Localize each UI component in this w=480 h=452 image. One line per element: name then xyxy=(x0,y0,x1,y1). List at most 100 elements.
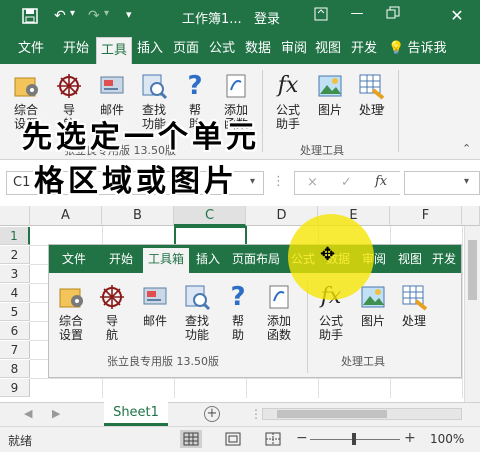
picture-button: 添加 函数 xyxy=(261,283,297,342)
mail-icon xyxy=(141,283,169,311)
tab-data[interactable]: 数据 xyxy=(240,34,276,64)
expand-formula-bar-icon[interactable]: ▾ xyxy=(464,176,469,187)
scroll-next-sheet-icon[interactable]: ▶ xyxy=(52,407,60,420)
sheet-tab-sheet1[interactable]: Sheet1 xyxy=(104,402,168,426)
add-function-icon xyxy=(222,72,250,100)
title-bar: ↶ ▾ ↷ ▾ ▾ 工作簿1... 登录 — ✕ xyxy=(0,0,480,34)
navigation-wheel-icon xyxy=(98,283,126,311)
picture-tab: 开始 xyxy=(108,252,133,266)
window-title: 工作簿1... xyxy=(182,12,242,27)
picture-tab: 开发 xyxy=(431,252,456,266)
select-all-corner[interactable] xyxy=(0,206,30,226)
row-header[interactable]: 9 xyxy=(0,379,30,397)
column-header[interactable]: C xyxy=(174,206,246,226)
inserted-picture[interactable]: 文件 开始 工具箱 插入 页面布局 公式 数据 审阅 视图 开发 综合设置 导航… xyxy=(48,244,462,378)
column-header[interactable]: A xyxy=(30,206,102,226)
tab-formulas[interactable]: 公式 xyxy=(204,34,240,64)
picture-icon xyxy=(359,283,387,311)
picture-button: 处理 xyxy=(395,283,433,328)
undo-icon[interactable]: ↶ xyxy=(54,8,66,24)
tab-home[interactable]: 开始 xyxy=(56,34,96,64)
minimize-icon[interactable]: — xyxy=(348,6,366,24)
zoom-slider-thumb[interactable] xyxy=(352,433,356,445)
status-ready: 就绪 xyxy=(8,434,33,448)
sheet-tab-bar: ◀ ▶ Sheet1 + ⋮ xyxy=(0,402,480,426)
restore-icon[interactable] xyxy=(384,6,402,24)
row-header[interactable]: 1 xyxy=(0,227,30,245)
tab-developer[interactable]: 开发 xyxy=(346,34,382,64)
add-function-icon xyxy=(265,283,293,311)
row-header[interactable]: 3 xyxy=(0,265,30,283)
redo-icon[interactable]: ↷ xyxy=(88,8,100,24)
formula-bar-grip-icon: ⋮ xyxy=(272,174,285,189)
picture-button: 综合 设置 xyxy=(53,283,89,342)
zoom-level[interactable]: 100% xyxy=(430,432,464,446)
caption-line-2: 格区域或图片 xyxy=(34,164,238,199)
picture-group-label: 张立良专用版 13.50版 xyxy=(107,355,219,368)
customize-quick-access-icon[interactable]: ▾ xyxy=(126,8,132,21)
find-icon xyxy=(140,72,168,100)
process-dropdown-icon[interactable]: ▾ xyxy=(380,104,385,114)
tab-splitter-icon[interactable]: ⋮ xyxy=(250,407,262,421)
horizontal-scrollbar[interactable] xyxy=(262,408,462,420)
tab-view[interactable]: 视图 xyxy=(310,34,346,64)
process-icon xyxy=(400,283,428,311)
row-header[interactable]: 2 xyxy=(0,246,30,264)
save-icon[interactable] xyxy=(22,8,38,28)
row-header[interactable]: 6 xyxy=(0,322,30,340)
collapse-ribbon-icon[interactable]: ⌃ xyxy=(462,142,471,155)
gridline xyxy=(462,226,463,398)
page-layout-view-icon[interactable] xyxy=(222,430,244,451)
mail-button[interactable]: 邮件 xyxy=(94,72,130,117)
picture-group-label: 处理工具 xyxy=(341,355,385,368)
group-divider xyxy=(262,70,263,152)
find-icon xyxy=(183,283,211,311)
group-divider xyxy=(307,281,308,373)
group-label-process-tools: 处理工具 xyxy=(300,144,344,157)
tab-toolbox[interactable]: 工具箱 xyxy=(96,37,132,83)
tell-me-search[interactable]: 告诉我 xyxy=(404,34,450,64)
cancel-icon[interactable]: × xyxy=(307,175,318,190)
navigation-wheel-icon xyxy=(55,72,83,100)
scrollbar-thumb[interactable] xyxy=(468,240,477,300)
active-cell[interactable] xyxy=(174,226,247,246)
tab-file[interactable]: 文件 xyxy=(8,34,54,64)
enter-icon[interactable]: ✓ xyxy=(341,175,352,190)
formula-buttons: × ✓ fx xyxy=(294,171,400,195)
redo-dropdown-icon[interactable]: ▾ xyxy=(104,8,109,19)
picture-button: 图片 xyxy=(355,283,391,328)
row-header[interactable]: 7 xyxy=(0,341,30,359)
zoom-in-button[interactable]: + xyxy=(404,430,416,446)
formula-helper-button[interactable]: fx 公式 助手 xyxy=(270,72,306,131)
login-link[interactable]: 登录 xyxy=(254,8,280,27)
picture-ribbon-tabs: 文件 开始 工具箱 插入 页面布局 公式 数据 审阅 视图 开发 xyxy=(49,245,461,273)
scroll-prev-sheet-icon[interactable]: ◀ xyxy=(24,407,32,420)
column-header[interactable]: F xyxy=(390,206,462,226)
picture-button[interactable]: 图片 xyxy=(312,72,348,117)
vertical-scrollbar[interactable] xyxy=(464,226,480,402)
row-header[interactable]: 5 xyxy=(0,303,30,321)
picture-tab: 工具箱 xyxy=(143,248,189,273)
help-icon: ? xyxy=(187,71,203,101)
mail-icon xyxy=(98,72,126,100)
close-icon[interactable]: ✕ xyxy=(448,6,466,25)
row-header[interactable]: 4 xyxy=(0,284,30,302)
undo-dropdown-icon[interactable]: ▾ xyxy=(70,8,75,19)
ribbon-display-options-icon[interactable] xyxy=(312,6,330,24)
tab-page-layout[interactable]: 页面 xyxy=(168,34,204,64)
tab-review[interactable]: 审阅 xyxy=(276,34,312,64)
normal-view-icon[interactable] xyxy=(180,430,202,448)
ribbon-tabs: 文件 开始 工具箱 插入 页面 公式 数据 审阅 视图 开发 💡 告诉我 xyxy=(0,34,480,83)
row-header[interactable]: 8 xyxy=(0,360,30,378)
picture-tab: 视图 xyxy=(397,252,422,266)
column-header[interactable]: B xyxy=(102,206,174,226)
picture-button: 查找 功能 xyxy=(179,283,215,342)
name-box-dropdown-icon[interactable]: ▾ xyxy=(250,176,255,187)
page-break-view-icon[interactable] xyxy=(262,430,284,451)
picture-button: ? 帮助 xyxy=(223,283,253,342)
scrollbar-thumb[interactable] xyxy=(277,410,387,418)
insert-function-icon[interactable]: fx xyxy=(375,174,387,189)
zoom-out-button[interactable]: − xyxy=(296,430,308,446)
tab-insert[interactable]: 插入 xyxy=(132,34,168,64)
add-sheet-button[interactable]: + xyxy=(204,406,220,422)
